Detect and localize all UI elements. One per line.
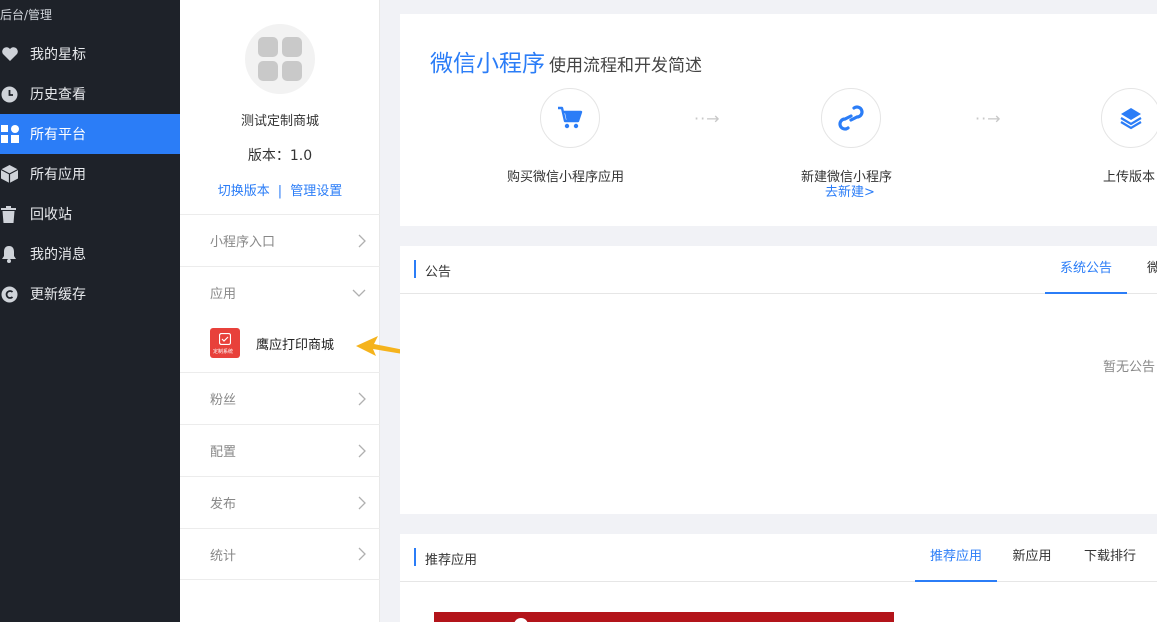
grid-icon	[0, 123, 22, 145]
nav-item-history[interactable]: 历史查看	[0, 74, 180, 114]
title-accent-bar	[414, 548, 416, 566]
sub-app-thumb-text: 定制系统	[213, 349, 234, 355]
refresh-icon	[0, 283, 22, 305]
tab-wechat-notice[interactable]: 微	[1147, 246, 1157, 294]
app-name: 测试定制商城	[240, 114, 319, 129]
chevron-right-icon	[358, 547, 366, 561]
app-sidebar: 测试定制商城 版本：1.0 切换版本 | 管理设置 小程序入口 应用 定制系统 鹰应…	[180, 0, 380, 622]
menu-label: 配置	[210, 445, 237, 460]
bell-icon	[0, 243, 22, 265]
switch-version-link[interactable]: 切换版本	[218, 184, 270, 199]
flow-title: 微信小程序 使用流程和开发简述	[430, 44, 702, 78]
breadcrumb: 后台/管理	[0, 8, 53, 22]
cube-icon	[0, 163, 22, 185]
nav-item-refresh-cache[interactable]: 更新缓存	[0, 274, 180, 314]
link-icon	[838, 105, 864, 131]
sub-app-thumbnail: 定制系统	[210, 328, 240, 358]
flow-arrow: ··→	[975, 109, 1002, 128]
cart-icon	[558, 106, 583, 129]
heart-icon	[0, 43, 22, 65]
step-create[interactable]	[821, 88, 881, 148]
recommend-title: 推荐应用	[425, 553, 478, 568]
tab-download-rank[interactable]: 下载排行	[1081, 534, 1139, 582]
nav-item-all-apps[interactable]: 所有应用	[0, 154, 180, 194]
step-buy[interactable]	[540, 88, 600, 148]
tab-new-apps[interactable]: 新应用	[1010, 534, 1054, 582]
app-logo	[245, 24, 315, 94]
recommend-banner[interactable]	[434, 612, 894, 622]
chevron-right-icon	[358, 444, 366, 457]
nav-item-label: 回收站	[30, 207, 72, 223]
trash-icon	[0, 203, 22, 225]
title-accent-bar	[414, 260, 416, 278]
sub-app-label: 鹰应打印商城	[256, 337, 335, 353]
check-icon	[219, 333, 231, 345]
menu-label: 小程序入口	[210, 235, 276, 250]
recommend-header: 推荐应用 推荐应用 新应用 下载排行	[400, 534, 1157, 582]
chevron-down-icon	[352, 289, 366, 297]
nav-item-label: 所有应用	[30, 167, 86, 183]
menu-label: 发布	[210, 497, 237, 512]
version-value: 1.0	[289, 148, 313, 164]
flow-title-main: 微信小程序	[430, 51, 545, 77]
nav-item-label: 历史查看	[30, 87, 86, 103]
manage-settings-link[interactable]: 管理设置	[290, 184, 342, 199]
clock-icon	[0, 83, 22, 105]
sub-app-print-mall[interactable]: 定制系统 鹰应打印商城	[210, 328, 334, 358]
chevron-right-icon	[358, 234, 366, 247]
menu-miniprogram-entry[interactable]: 小程序入口	[180, 214, 380, 266]
banner-graphic	[514, 618, 528, 622]
menu-fans[interactable]: 粉丝	[180, 372, 380, 424]
menu-label: 粉丝	[210, 393, 237, 408]
nav-item-all-platforms[interactable]: 所有平台	[0, 114, 180, 154]
menu-config[interactable]: 配置	[180, 424, 380, 476]
notice-header: 公告 系统公告 微	[400, 246, 1157, 294]
tab-system-notice[interactable]: 系统公告	[1045, 246, 1127, 294]
version-label: 版本：	[247, 148, 290, 164]
notice-title: 公告	[425, 265, 452, 280]
nav-item-label: 所有平台	[30, 127, 86, 143]
app-version: 版本：1.0	[180, 145, 380, 165]
create-now-link[interactable]: 去新建>	[825, 181, 875, 200]
flow-title-sub: 使用流程和开发简述	[549, 56, 702, 76]
notice-panel: 公告 系统公告 微 暂无公告	[400, 246, 1157, 514]
nav-item-label: 更新缓存	[30, 287, 86, 303]
step-upload-label: 上传版本	[1103, 170, 1156, 185]
app-grid-icon	[258, 37, 302, 81]
left-nav: 后台/管理 我的星标 历史查看 所有平台 所有应用 回收站 我的消息 更新缓存	[0, 0, 180, 622]
flow-panel: 微信小程序 使用流程和开发简述 购买微信小程序应用 ··→ 新建微信小程序 去新建…	[400, 14, 1157, 226]
menu-apps[interactable]: 应用	[180, 266, 380, 318]
step-buy-label: 购买微信小程序应用	[507, 170, 625, 185]
flow-arrow: ··→	[694, 109, 721, 128]
chevron-right-icon	[358, 496, 366, 509]
notice-empty: 暂无公告	[1103, 360, 1156, 375]
nav-item-recycle-bin[interactable]: 回收站	[0, 194, 180, 234]
link-separator: |	[277, 184, 283, 199]
menu-label: 应用	[210, 287, 237, 302]
nav-item-label: 我的消息	[30, 247, 86, 263]
recommend-panel: 推荐应用 推荐应用 新应用 下载排行	[400, 534, 1157, 622]
menu-label: 统计	[210, 548, 237, 564]
tab-recommended[interactable]: 推荐应用	[915, 534, 997, 582]
step-upload[interactable]	[1101, 88, 1157, 148]
nav-item-messages[interactable]: 我的消息	[0, 234, 180, 274]
menu-stats[interactable]: 统计	[180, 528, 380, 580]
nav-item-starred[interactable]: 我的星标	[0, 34, 180, 74]
nav-item-label: 我的星标	[30, 47, 86, 63]
menu-publish[interactable]: 发布	[180, 476, 380, 528]
chevron-right-icon	[358, 392, 366, 405]
layers-icon	[1120, 108, 1142, 130]
app-links: 切换版本 | 管理设置	[180, 180, 380, 199]
